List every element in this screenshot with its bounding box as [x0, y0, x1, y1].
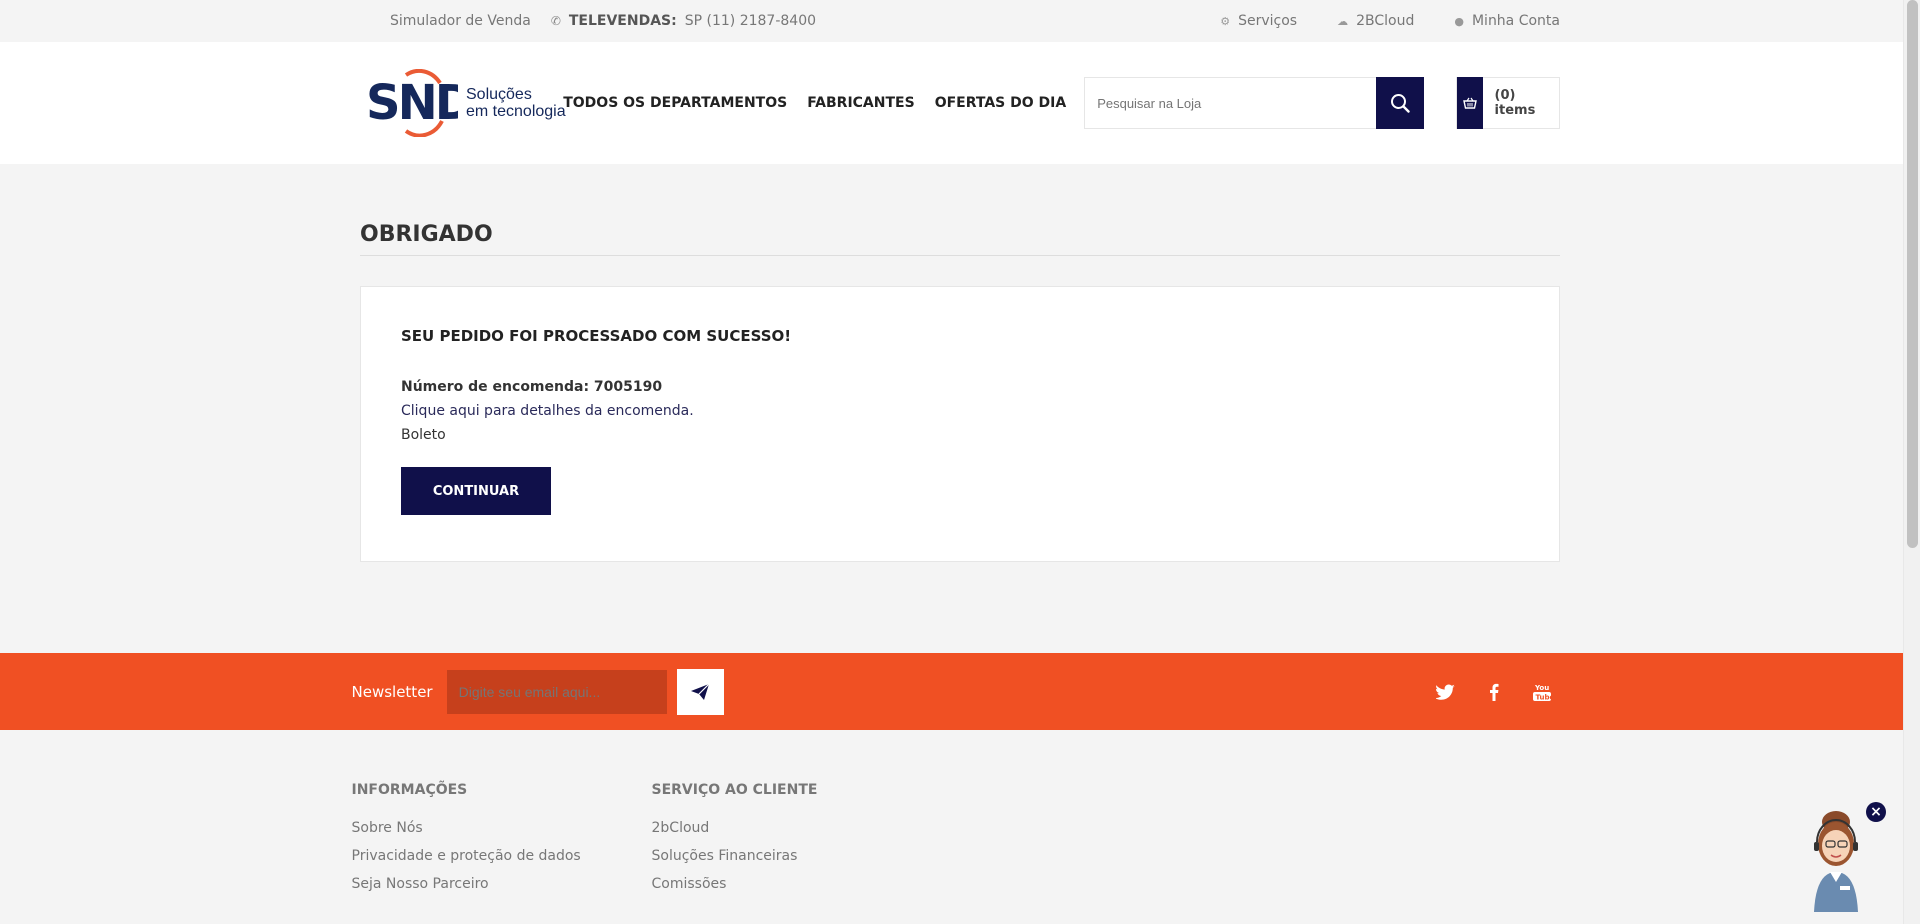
paper-plane-icon	[691, 683, 710, 700]
logo-tagline-line1: Soluções	[466, 86, 532, 103]
telesales-number: SP (11) 2187-8400	[684, 13, 817, 29]
my-account-label: Minha Conta	[1471, 13, 1560, 29]
main-content: OBRIGADO SEU PEDIDO FOI PROCESSADO COM S…	[360, 222, 1560, 562]
telesales-label: TELEVENDAS:	[568, 13, 677, 29]
services-link[interactable]: ⚙ Serviços	[1220, 13, 1297, 29]
continue-button[interactable]: CONTINUAR	[401, 467, 551, 515]
order-success-panel: SEU PEDIDO FOI PROCESSADO COM SUCESSO! N…	[360, 286, 1560, 562]
logo[interactable]: SND Soluções em tecnologia	[360, 69, 569, 137]
site-header: SND Soluções em tecnologia TODOS OS DEPA…	[0, 42, 1920, 164]
cloud-label: 2BCloud	[1356, 13, 1415, 29]
svg-text:Tube: Tube	[1535, 693, 1552, 701]
nav-daily-offers[interactable]: OFERTAS DO DIA	[935, 95, 1067, 111]
footer-link-partner[interactable]: Seja Nosso Parceiro	[352, 876, 652, 892]
footer-service-title: SERVIÇO AO CLIENTE	[651, 782, 818, 798]
snd-logo-mark: SND	[366, 69, 458, 137]
services-label: Serviços	[1238, 13, 1298, 29]
order-details-link[interactable]: Clique aqui para detalhes da encomenda.	[401, 399, 1519, 423]
cart-button[interactable]: (0) items	[1456, 77, 1560, 129]
user-icon: ●	[1454, 14, 1464, 28]
order-number: Número de encomenda: 7005190	[401, 379, 663, 395]
cloud-icon: ☁	[1337, 14, 1349, 28]
facebook-icon[interactable]	[1484, 683, 1504, 701]
site-footer: INFORMAÇÕES Sobre Nós Privacidade e prot…	[0, 730, 1903, 924]
newsletter-label: Newsletter	[351, 682, 433, 701]
footer-link-financial[interactable]: Soluções Financeiras	[652, 848, 952, 864]
cart-count: (0) items	[1494, 88, 1536, 118]
footer-service-column: SERVIÇO AO CLIENTE 2bCloud Soluções Fina…	[652, 782, 952, 904]
logo-tagline-line2: em tecnologia	[466, 103, 566, 120]
close-chat-icon[interactable]: ×	[1866, 802, 1886, 822]
social-links: You Tube	[1435, 682, 1552, 702]
logo-main: SND	[366, 75, 458, 131]
footer-link-about[interactable]: Sobre Nós	[352, 820, 652, 836]
newsletter-email-input[interactable]	[446, 669, 667, 714]
nav-manufacturers[interactable]: FABRICANTES	[807, 95, 914, 111]
phone-icon: ✆	[550, 14, 561, 28]
search-button[interactable]	[1376, 77, 1425, 129]
footer-link-2bcloud[interactable]: 2bCloud	[652, 820, 952, 836]
nav-all-departments[interactable]: TODOS OS DEPARTAMENTOS	[563, 95, 787, 111]
payment-method: Boleto	[401, 427, 446, 443]
search-box	[1084, 77, 1425, 129]
page-scrollbar[interactable]	[1903, 0, 1920, 924]
scrollbar-thumb[interactable]	[1907, 0, 1918, 548]
search-input[interactable]	[1084, 77, 1377, 129]
my-account-link[interactable]: ● Minha Conta	[1454, 13, 1560, 29]
cloud-link[interactable]: ☁ 2BCloud	[1337, 13, 1414, 29]
success-heading: SEU PEDIDO FOI PROCESSADO COM SUCESSO!	[401, 327, 792, 345]
footer-link-commissions[interactable]: Comissões	[652, 876, 952, 892]
chat-assistant-widget[interactable]: ×	[1802, 802, 1886, 912]
basket-icon	[1457, 77, 1483, 129]
footer-info-title: INFORMAÇÕES	[351, 782, 468, 798]
svg-text:You: You	[1534, 684, 1549, 692]
newsletter-submit-button[interactable]	[676, 668, 724, 715]
youtube-icon[interactable]: You Tube	[1532, 682, 1552, 702]
sales-simulator-link[interactable]: Simulador de Venda	[390, 13, 531, 29]
gear-icon: ⚙	[1220, 14, 1231, 28]
top-bar: Simulador de Venda ✆ TELEVENDAS: SP (11)…	[0, 0, 1920, 42]
page-title: OBRIGADO	[360, 222, 1560, 256]
newsletter-bar: Newsletter You Tube	[0, 653, 1903, 730]
footer-info-column: INFORMAÇÕES Sobre Nós Privacidade e prot…	[352, 782, 652, 904]
main-nav: TODOS OS DEPARTAMENTOS FABRICANTES OFERT…	[563, 95, 1086, 111]
footer-link-privacy[interactable]: Privacidade e proteção de dados	[352, 848, 652, 864]
search-icon	[1391, 94, 1410, 113]
twitter-icon[interactable]	[1435, 684, 1456, 700]
